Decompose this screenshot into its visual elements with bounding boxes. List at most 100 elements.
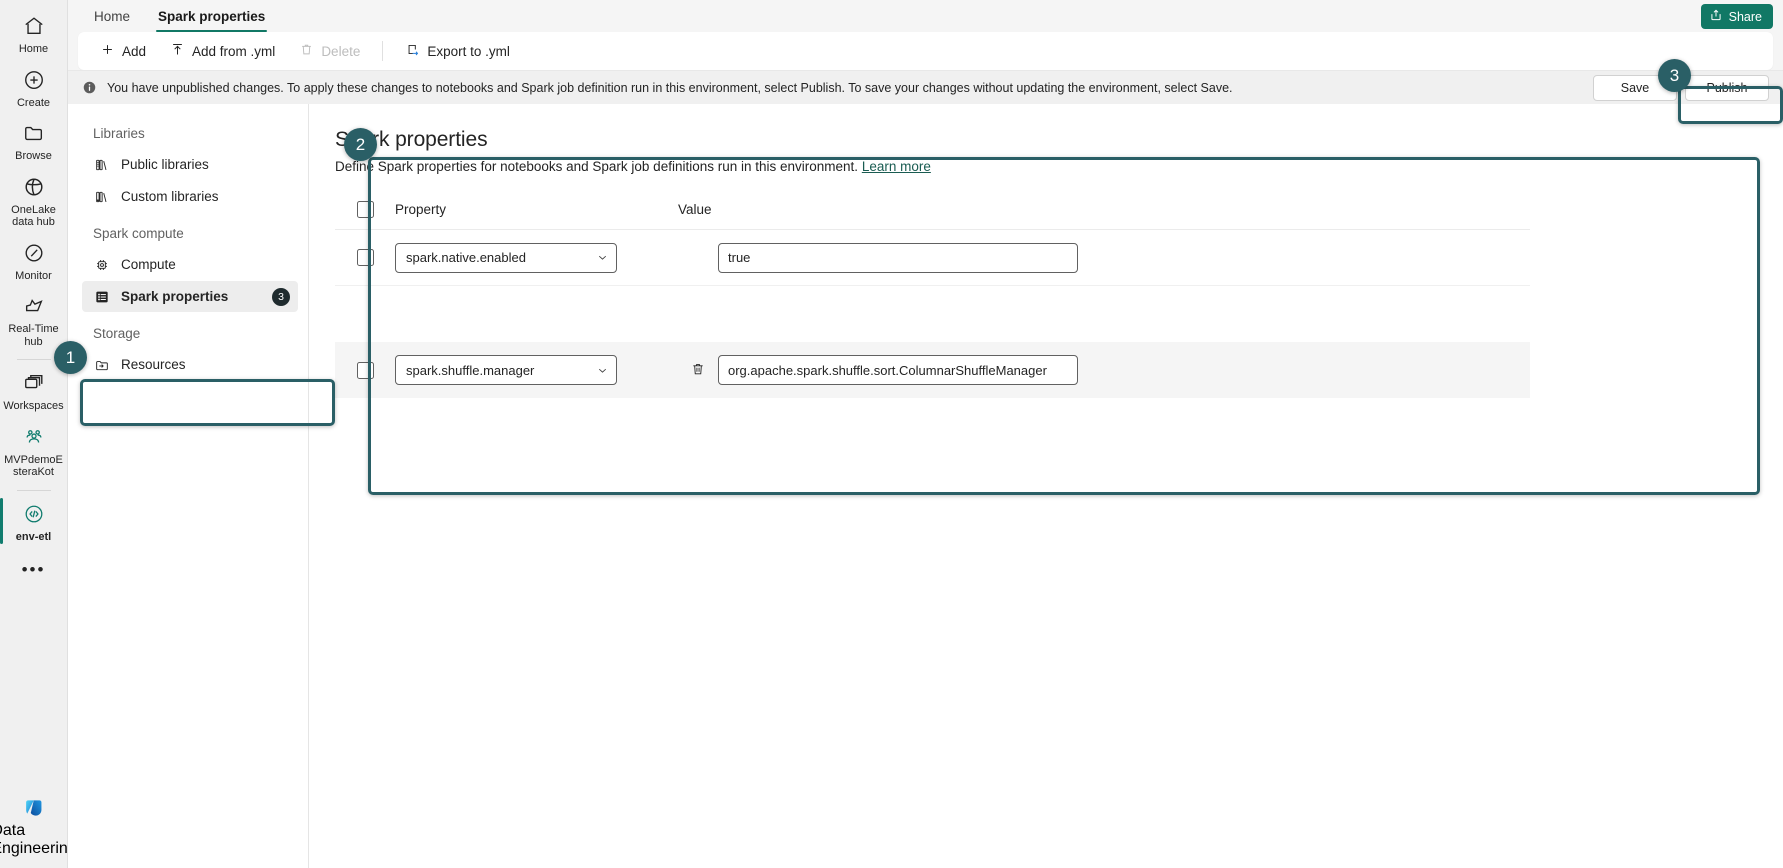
page-title: Spark properties <box>335 128 488 151</box>
rail-label: env-etl <box>15 530 52 543</box>
rail-item-home[interactable]: Home <box>2 6 66 60</box>
rail-label: Create <box>16 96 51 109</box>
notice-text: You have unpublished changes. To apply t… <box>107 80 1233 95</box>
property-dropdown-value: spark.native.enabled <box>406 250 526 265</box>
value-cell: org.apache.spark.shuffle.sort.ColumnarSh… <box>718 355 1530 385</box>
code-icon <box>20 500 48 528</box>
rail-label: MVPdemoEsteraKot <box>4 453 63 479</box>
save-button[interactable]: Save <box>1593 74 1677 101</box>
rail-item-env-etl[interactable]: env-etl <box>0 494 66 548</box>
people-icon <box>20 423 48 451</box>
nav-item-spark-properties[interactable]: Spark properties 3 <box>82 281 298 312</box>
rail-more-button[interactable]: ••• <box>22 561 46 578</box>
publish-button[interactable]: Publish <box>1685 74 1769 101</box>
nav-item-custom-libraries[interactable]: Custom libraries <box>82 181 298 212</box>
value-input[interactable]: org.apache.spark.shuffle.sort.ColumnarSh… <box>718 355 1078 385</box>
rail-footer[interactable]: Data Engineering <box>0 794 77 858</box>
table-row: spark.native.enabled true <box>335 230 1530 286</box>
export-label: Export to .yml <box>427 43 510 59</box>
rail-divider <box>16 359 51 360</box>
add-label: Add <box>122 43 147 59</box>
nav-group-title-storage: Storage <box>93 326 141 341</box>
row-select-cell <box>335 361 395 379</box>
add-from-yml-button[interactable]: Add from .yml <box>160 37 285 65</box>
spark-properties-table: Property Value spark.native.enabled true… <box>335 200 1530 398</box>
rail-label: Workspaces <box>3 400 64 412</box>
info-icon <box>82 80 97 95</box>
rail-label: Real-Time hub <box>8 323 59 348</box>
learn-more-link[interactable]: Learn more <box>862 159 931 174</box>
tab-spark-properties[interactable]: Spark properties <box>144 0 279 32</box>
delete-row-button[interactable] <box>688 359 708 382</box>
row-delete-cell <box>678 359 718 382</box>
row-checkbox[interactable] <box>357 249 374 266</box>
rail-item-monitor[interactable]: Monitor <box>2 233 66 287</box>
row-checkbox[interactable] <box>357 361 374 379</box>
rail-item-onelake-data-hub[interactable]: OneLake data hub <box>2 167 66 233</box>
table-header-row: Property Value <box>335 200 1530 230</box>
rail-label: Monitor <box>15 269 52 282</box>
value-input[interactable]: true <box>718 242 1078 273</box>
nav-item-label: Spark properties <box>121 289 229 304</box>
page-description: Define Spark properties for notebooks an… <box>335 159 1757 174</box>
chip-icon <box>93 256 110 273</box>
status-badge: 3 <box>272 287 290 306</box>
library-icon <box>93 156 110 173</box>
command-bar-wrap: Add Add from .yml Delete Export to .yml <box>68 32 1783 70</box>
toolbar-divider <box>382 41 384 61</box>
rail-footer-label: Data Engineering <box>0 822 77 857</box>
upload-arrow-icon <box>170 42 185 60</box>
table-spacer <box>335 286 1530 342</box>
row-select-cell <box>335 249 395 266</box>
share-label: Share <box>1728 9 1762 24</box>
notice-actions: Save Publish <box>1593 74 1769 101</box>
command-bar: Add Add from .yml Delete Export to .yml <box>78 32 1773 70</box>
home-icon <box>20 12 48 40</box>
value-cell: true <box>718 242 1530 273</box>
nav-item-public-libraries[interactable]: Public libraries <box>82 149 298 180</box>
tab-home[interactable]: Home <box>80 0 144 32</box>
nav-item-label: Custom libraries <box>121 189 219 204</box>
trash-icon <box>299 42 314 60</box>
select-all-cell <box>335 201 395 218</box>
nav-item-label: Public libraries <box>121 157 209 172</box>
column-header-value: Value <box>678 202 712 217</box>
rail-divider <box>16 489 51 491</box>
nav-item-compute[interactable]: Compute <box>82 249 298 280</box>
rail-label: Browse <box>15 150 52 162</box>
plus-circle-icon <box>20 66 48 94</box>
rail-item-create[interactable]: Create <box>2 60 66 114</box>
rail-label: Home <box>18 43 49 55</box>
rail-item-mvpdemoesterakot[interactable]: MVPdemoEsteraKot <box>2 417 66 483</box>
rail-item-real-time-hub[interactable]: Real-Time hub <box>2 286 66 352</box>
settings-nav-pane: Libraries Public libraries Custom librar… <box>68 104 309 868</box>
rail-item-workspaces[interactable]: Workspaces <box>2 363 66 417</box>
share-button[interactable]: Share <box>1700 4 1773 29</box>
nav-item-resources[interactable]: Resources <box>82 349 298 380</box>
trash-icon <box>690 361 706 380</box>
delete-label: Delete <box>321 43 361 59</box>
rail-label: OneLake data hub <box>11 203 56 229</box>
resources-icon <box>93 356 110 373</box>
onelake-icon <box>20 173 48 201</box>
column-header-property: Property <box>395 202 447 217</box>
nav-item-label: Compute <box>121 257 176 272</box>
add-button[interactable]: Add <box>90 37 156 65</box>
nav-group-title-spark-compute: Spark compute <box>93 226 184 241</box>
nav-item-label: Resources <box>121 357 186 372</box>
delete-button: Delete <box>289 37 370 65</box>
property-dropdown[interactable]: spark.native.enabled <box>395 242 617 273</box>
property-dropdown[interactable]: spark.shuffle.manager <box>395 355 617 385</box>
content-area: Home Spark properties Share Add Add from… <box>68 0 1783 868</box>
nav-group-title-libraries: Libraries <box>93 126 145 141</box>
realtime-hub-icon <box>20 292 48 320</box>
rail-item-browse[interactable]: Browse <box>2 113 66 167</box>
page-description-text: Define Spark properties for notebooks an… <box>335 159 859 174</box>
plus-icon <box>100 42 115 60</box>
folder-icon <box>20 119 48 147</box>
share-icon <box>1709 8 1723 25</box>
add-from-yml-label: Add from .yml <box>192 43 276 59</box>
app-root: Home Create Browse OneLake data hub Moni <box>0 0 1783 868</box>
select-all-checkbox[interactable] <box>357 201 374 218</box>
export-to-yml-button[interactable]: Export to .yml <box>395 37 520 65</box>
